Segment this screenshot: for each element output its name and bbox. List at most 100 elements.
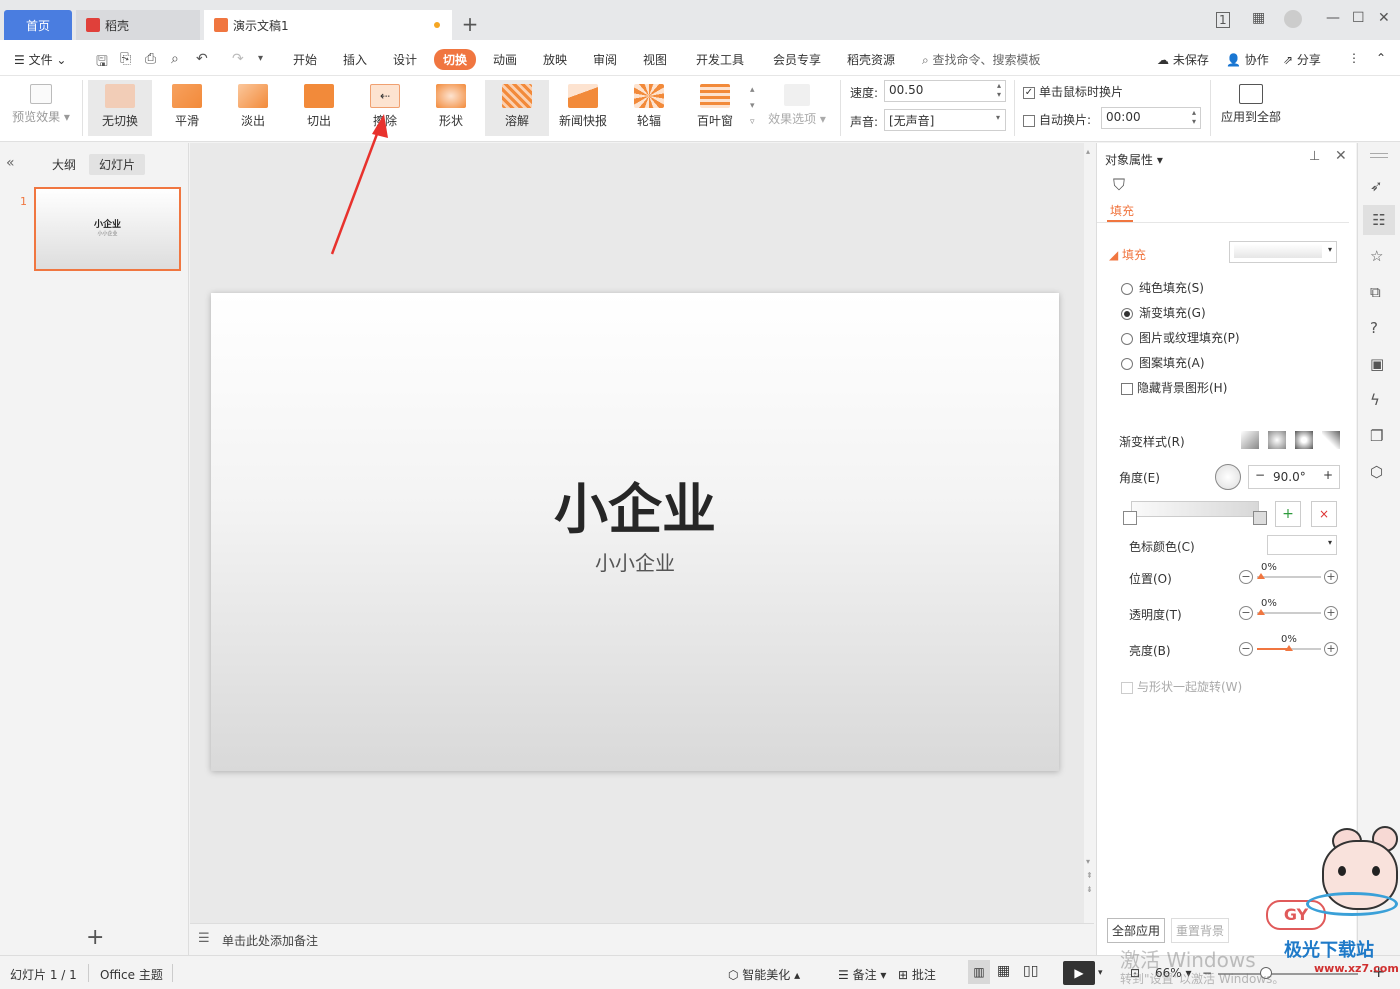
slide-subtitle[interactable]: 小小企业 (211, 547, 1059, 576)
transition-wheel[interactable]: 轮辐 (617, 80, 681, 136)
customize-dropdown-icon[interactable]: ▾ (258, 53, 263, 64)
menu-review[interactable]: 审阅 (593, 51, 617, 68)
slide-thumbnail[interactable]: 小企业 小小企业 (34, 187, 181, 271)
remove-stop-icon[interactable]: × (1311, 501, 1337, 527)
transition-blinds[interactable]: 百叶窗 (683, 80, 747, 136)
star-icon[interactable]: ☆ (1370, 247, 1383, 265)
transition-fade[interactable]: 淡出 (221, 80, 285, 136)
cube-icon[interactable]: ⬡ (1370, 463, 1383, 481)
rocket-icon[interactable]: ➶ (1370, 177, 1383, 195)
book-icon[interactable]: ❐ (1370, 427, 1383, 445)
auto-advance-checkbox[interactable]: 自动换片: (1023, 111, 1091, 128)
gradient-stop-left[interactable] (1123, 511, 1137, 525)
menu-design[interactable]: 设计 (393, 51, 417, 68)
undo-icon[interactable]: ↶ (196, 51, 208, 67)
add-slide-button[interactable]: + (86, 925, 104, 950)
file-menu[interactable]: ☰ 文件 ⌄ (14, 51, 66, 68)
slide[interactable]: 小企业 小小企业 (211, 293, 1059, 771)
print-preview-icon[interactable]: ⌕ (171, 51, 179, 67)
reset-background-button[interactable]: 重置背景 (1171, 918, 1230, 943)
menu-transition[interactable]: 切换 (434, 49, 477, 70)
angle-decrement-icon[interactable]: − (1255, 468, 1265, 482)
picture-fill-option[interactable]: 图片或纹理填充(P) (1121, 329, 1240, 346)
transition-newsflash[interactable]: 新闻快报 (551, 80, 615, 136)
transition-none[interactable]: 无切换 (88, 80, 152, 136)
maximize-button[interactable]: ☐ (1352, 10, 1365, 26)
fill-tab[interactable]: 填充 (1110, 202, 1134, 219)
effect-options-button[interactable]: 效果选项 ▾ (766, 80, 828, 136)
close-button[interactable]: ✕ (1378, 10, 1390, 26)
hide-bg-checkbox[interactable]: 隐藏背景图形(H) (1121, 379, 1227, 396)
slides-tab[interactable]: 幻灯片 (89, 154, 146, 175)
share-button[interactable]: ⇗ 分享 (1283, 51, 1321, 68)
menu-slideshow[interactable]: 放映 (543, 51, 567, 68)
menu-member[interactable]: 会员专享 (773, 51, 821, 68)
collapse-ribbon-icon[interactable]: ⌃ (1376, 51, 1386, 65)
angle-dial[interactable] (1215, 464, 1241, 490)
gallery-scroll[interactable]: ▴ ▾ ▿ (750, 82, 755, 130)
transparency-thumb[interactable] (1257, 609, 1265, 615)
sound-select[interactable]: [无声音] ▾ (884, 109, 1006, 131)
angle-increment-icon[interactable]: + (1323, 468, 1333, 482)
lightning-icon[interactable]: ϟ (1370, 391, 1380, 409)
tab-daoke[interactable]: 稻壳 (76, 10, 200, 40)
minimize-button[interactable]: — (1326, 10, 1340, 26)
tab-document[interactable]: 演示文稿1 (204, 10, 452, 40)
menu-daoke-resources[interactable]: 稻壳资源 (847, 51, 895, 68)
position-thumb[interactable] (1257, 573, 1265, 579)
comments-button[interactable]: ⊞ 批注 (898, 966, 936, 983)
more-icon[interactable]: ⋮ (1348, 51, 1360, 65)
transform-icon[interactable]: ⧉ (1370, 283, 1381, 301)
notes-toggle-button[interactable]: ☰ 备注 ▾ (838, 966, 886, 983)
tab-home[interactable]: 首页 (4, 10, 72, 40)
transition-dissolve[interactable]: 溶解 (485, 80, 549, 136)
brightness-minus-icon[interactable]: − (1239, 642, 1253, 656)
apply-to-all-button[interactable]: 应用到全部 (1216, 80, 1286, 136)
gradient-fill-option[interactable]: 渐变填充(G) (1121, 304, 1206, 321)
slide-sorter-icon[interactable]: ▦ (997, 963, 1010, 979)
new-tab-button[interactable]: + (460, 12, 480, 36)
rect-gradient-icon[interactable] (1295, 431, 1313, 449)
speed-input[interactable]: 00.50 ▴ ▾ (884, 80, 1006, 102)
gradient-stop-right[interactable] (1253, 511, 1267, 525)
play-dropdown-icon[interactable]: ▾ (1098, 968, 1103, 978)
fill-section-header[interactable]: ◢ 填充 (1109, 246, 1146, 263)
auto-advance-input[interactable]: 00:00 ▴ ▾ (1101, 107, 1201, 129)
vertical-scrollbar[interactable]: ▴ ▾ ⇞ ⇟ (1084, 143, 1096, 923)
collab-button[interactable]: 👤 协作 (1226, 51, 1269, 68)
brightness-plus-icon[interactable]: + (1324, 642, 1338, 656)
transparency-slider[interactable] (1257, 612, 1321, 614)
save-icon[interactable]: 🖫 (96, 51, 108, 75)
notes-area[interactable]: ☰ 单击此处添加备注 (190, 923, 1094, 954)
avatar[interactable] (1284, 10, 1302, 28)
brightness-thumb[interactable] (1285, 645, 1293, 651)
play-slideshow-button[interactable]: ▶ (1063, 961, 1095, 985)
window-layout-icon[interactable]: 1 (1216, 12, 1230, 28)
slide-title[interactable]: 小企业 (211, 465, 1059, 544)
linear-gradient-icon[interactable] (1241, 431, 1259, 449)
menu-view[interactable]: 视图 (643, 51, 667, 68)
angle-spinner[interactable]: − 90.0° + (1248, 465, 1340, 489)
transition-smooth[interactable]: 平滑 (155, 80, 219, 136)
fill-color-select[interactable]: ▾ (1229, 241, 1337, 263)
on-click-checkbox[interactable]: ✓ 单击鼠标时换片 (1023, 83, 1123, 100)
menu-developer[interactable]: 开发工具 (696, 51, 744, 68)
help-icon[interactable]: ? (1370, 319, 1378, 337)
rotate-with-shape-checkbox[interactable]: 与形状一起旋转(W) (1121, 678, 1242, 695)
image-tool-icon[interactable]: ▣ (1370, 355, 1384, 373)
add-stop-icon[interactable]: + (1275, 501, 1301, 527)
pin-icon[interactable]: ⊥ (1309, 149, 1320, 164)
print-icon[interactable]: ⎙ (145, 51, 156, 67)
theme-name[interactable]: Office 主题 (100, 966, 163, 983)
smart-beautify-button[interactable]: ⬡ 智能美化 ▴ (728, 966, 800, 983)
transparency-plus-icon[interactable]: + (1324, 606, 1338, 620)
gradient-bar[interactable] (1131, 501, 1259, 517)
collapse-pane-icon[interactable]: « (6, 155, 15, 171)
properties-icon[interactable]: ☷ (1363, 205, 1395, 235)
menu-insert[interactable]: 插入 (343, 51, 367, 68)
radial-gradient-icon[interactable] (1268, 431, 1286, 449)
menu-start[interactable]: 开始 (293, 51, 317, 68)
apps-grid-icon[interactable]: ▦ (1252, 10, 1265, 26)
position-slider[interactable] (1257, 576, 1321, 578)
pane-header[interactable]: 对象属性 ▾ (1105, 151, 1163, 168)
